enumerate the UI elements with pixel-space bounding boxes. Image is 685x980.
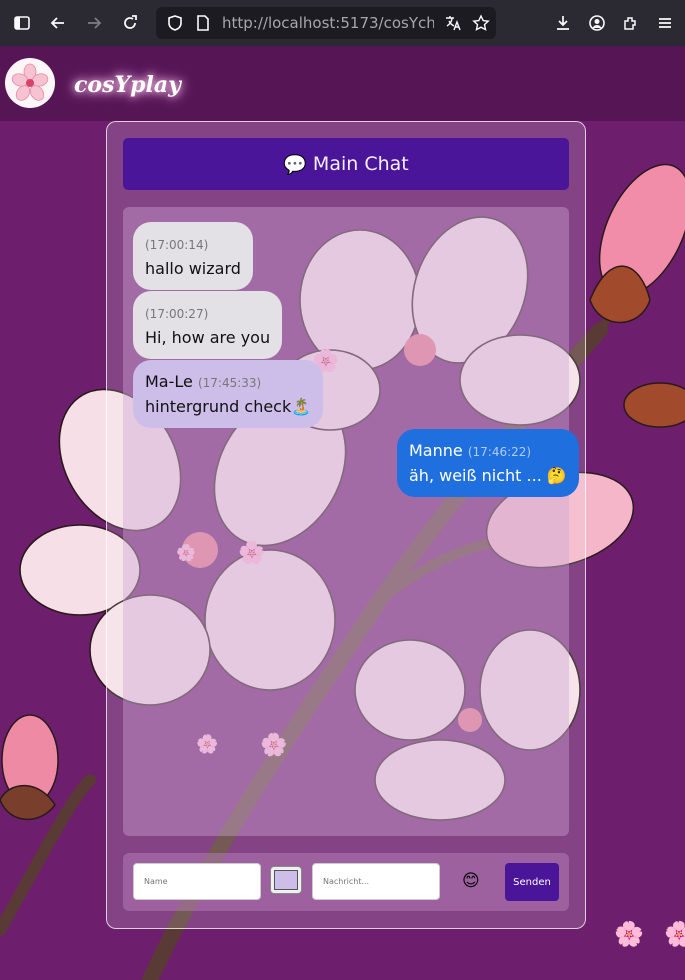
browser-toolbar: http://localhost:5173/cosYchat: [0, 0, 685, 46]
message-time: (17:46:22): [467, 445, 532, 459]
message-text: hintergrund check🏝️: [145, 397, 312, 416]
message-time: (17:00:27): [145, 307, 209, 321]
app-header: cosYplay: [0, 46, 685, 121]
send-button[interactable]: Senden: [505, 863, 559, 901]
bookmark-star-icon[interactable]: [472, 14, 490, 32]
message-sender: Manne: [409, 441, 463, 460]
message-text: äh, weiß nicht ... 🤔: [409, 466, 567, 485]
chat-title-bar: 💬 Main Chat: [123, 138, 569, 190]
name-input[interactable]: [133, 863, 261, 900]
message-text: hallo wizard: [145, 259, 241, 278]
message-composer: 😊 Senden: [123, 853, 569, 911]
color-picker[interactable]: [270, 866, 302, 894]
reload-icon[interactable]: [116, 9, 144, 37]
page-icon: [197, 15, 209, 31]
brand-title: cosYplay: [74, 72, 181, 98]
message-time: (17:00:14): [145, 238, 209, 252]
extensions-icon[interactable]: [617, 9, 645, 37]
translate-icon[interactable]: [444, 14, 462, 32]
emoji-picker-icon[interactable]: 😊: [462, 871, 480, 891]
sidebar-toggle-icon[interactable]: [8, 9, 36, 37]
message-list[interactable]: (17:00:14) hallo wizard (17:00:27) Hi, h…: [123, 207, 579, 836]
message-text: Hi, how are you: [145, 328, 271, 347]
chat-title: Main Chat: [312, 153, 409, 175]
speech-balloon-icon: 💬: [283, 153, 307, 176]
svg-text:🌸: 🌸: [664, 920, 685, 948]
forward-arrow-icon[interactable]: [80, 9, 108, 37]
message-sender: Ma-Le: [145, 372, 193, 391]
message-bubble: (17:00:27) Hi, how are you: [133, 291, 283, 359]
back-arrow-icon[interactable]: [44, 9, 72, 37]
message-bubble: Ma-Le (17:45:33) hintergrund check🏝️: [133, 360, 324, 428]
cherry-blossom-logo-icon: [5, 58, 55, 108]
message-input[interactable]: [312, 863, 440, 900]
url-host: http://localhost: [222, 14, 336, 32]
pink-bud-bottom-left: [0, 714, 59, 821]
pink-bud-top-right: [589, 163, 685, 324]
url-text[interactable]: http://localhost:5173/cosYchat: [222, 14, 434, 32]
downloads-icon[interactable]: [549, 9, 577, 37]
address-bar[interactable]: http://localhost:5173/cosYchat: [156, 7, 496, 39]
color-swatch-fill: [274, 870, 298, 890]
url-path: :5173/cosYchat: [335, 14, 434, 32]
chat-panel: 💬 Main Chat (17:00:14) hallo wizard (17:…: [106, 121, 586, 929]
brown-bud-right: [623, 382, 685, 428]
message-time: (17:45:33): [197, 376, 262, 390]
svg-text:🌸: 🌸: [614, 920, 644, 948]
message-bubble-own: Manne (17:46:22) äh, weiß nicht ... 🤔: [397, 429, 579, 497]
menu-icon[interactable]: [651, 9, 679, 37]
tracking-shield-icon[interactable]: [166, 14, 184, 32]
account-icon[interactable]: [583, 9, 611, 37]
message-bubble: (17:00:14) hallo wizard: [133, 222, 253, 290]
